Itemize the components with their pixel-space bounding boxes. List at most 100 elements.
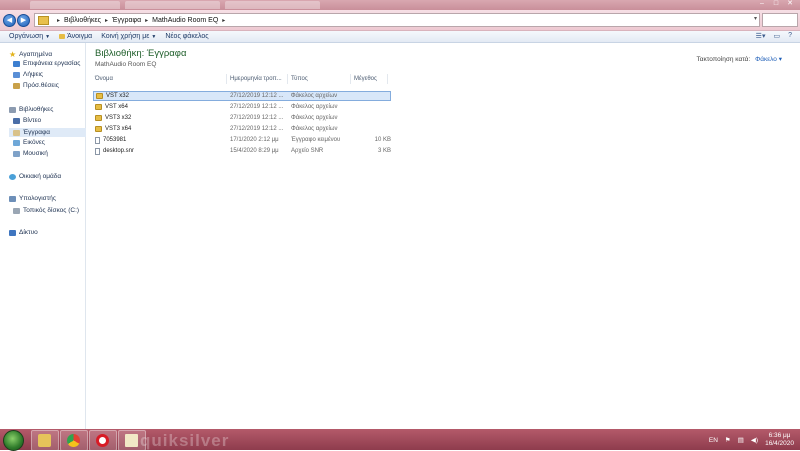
column-header-date[interactable]: Ημερομηνία τροπ... [227,74,288,84]
nav-network-label: Δίκτυο [19,229,38,236]
view-controls: ☰▾ ▭ ? [756,32,792,40]
file-date: 15/4/2020 8:29 μμ [230,148,279,154]
file-type: Φάκελος αρχείων [290,93,338,99]
nav-favorites[interactable]: ★ Αγαπημένα [9,50,52,59]
file-row[interactable]: VST x64 27/12/2019 12:12 ... Φάκελος αρχ… [93,102,391,112]
taskbar: quiksilver EN ⚑ ▤ ◀) 6:36 μμ 16/4/2020 [0,429,800,451]
breadcrumb-current-folder[interactable]: MathAudio Room EQ [152,17,218,24]
preview-pane-icon[interactable]: ▭ [773,32,780,40]
back-button[interactable]: ◀ [3,14,16,27]
file-date: 17/1/2020 2:12 μμ [230,137,279,143]
open-label: Άνοιγμα [67,33,93,40]
nav-item-label: Επιφάνεια εργασίας [23,60,81,67]
action-center-icon[interactable]: ⚑ [725,436,731,444]
file-row[interactable]: VST3 x32 27/12/2019 12:12 ... Φάκελος αρ… [93,113,391,123]
file-size: 3 KB [377,148,391,154]
folder-icon [95,115,102,121]
file-type: Φάκελος αρχείων [291,104,338,110]
nav-libraries-label: Βιβλιοθήκες [19,106,54,113]
library-subtitle: MathAudio Room EQ [95,61,157,68]
file-row[interactable]: desktop.snr 15/4/2020 8:29 μμ Αρχείο SNR… [93,146,391,156]
breadcrumb: ▸ Βιβλιοθήκες ▸ Έγγραφα ▸ MathAudio Room… [57,16,226,24]
folder-icon [38,15,49,25]
breadcrumb-libraries[interactable]: Βιβλιοθήκες [64,17,101,24]
address-bar[interactable]: ▸ Βιβλιοθήκες ▸ Έγγραφα ▸ MathAudio Room… [34,13,760,27]
minimize-icon[interactable]: – [758,0,766,7]
share-button[interactable]: Κοινή χρήση με ▼ [101,33,156,40]
file-row[interactable]: 7053981 17/1/2020 2:12 μμ Έγγραφο κειμέν… [93,135,391,145]
nav-item-recent[interactable]: Πρόσ.θέσεις [13,82,59,89]
clock-time: 6:36 μμ [768,432,791,439]
open-button[interactable]: Άνοιγμα [59,33,92,40]
clock[interactable]: 6:36 μμ 16/4/2020 [765,432,794,448]
column-header-type[interactable]: Τύπος [288,74,351,84]
taskbar-explorer[interactable] [31,430,59,451]
folder-icon [95,126,102,132]
file-name: desktop.snr [103,148,135,154]
taskbar-chrome[interactable] [60,430,88,451]
address-dropdown-icon[interactable]: ▾ [754,15,757,22]
chrome-icon [67,434,80,447]
open-folder-icon [59,34,66,39]
file-name: VST x64 [105,104,128,110]
column-header-name[interactable]: Όνομα [92,74,227,84]
navigation-pane: ★ Αγαπημένα Επιφάνεια εργασίας Λήψεις Πρ… [0,43,87,429]
column-headers: Όνομα Ημερομηνία τροπ... Τύπος Μέγεθος [92,74,388,84]
explorer-icon [38,434,51,447]
nav-item-music[interactable]: Μουσική [13,150,48,157]
drive-icon [13,207,20,214]
system-tray: EN ⚑ ▤ ◀) 6:36 μμ 16/4/2020 [709,432,794,448]
nav-network[interactable]: Δίκτυο [9,229,38,236]
file-row[interactable]: VST x32 27/12/2019 12:12 ... Φάκελος αρχ… [93,91,391,101]
nav-item-documents[interactable]: Έγγραφα [9,128,87,137]
nav-item-label: Έγγραφα [23,129,51,136]
maximize-icon[interactable]: □ [772,0,780,7]
music-icon [13,150,20,157]
network-icon [9,229,16,236]
star-icon: ★ [9,50,17,59]
chevron-down-icon: ▼ [45,33,51,40]
file-date: 27/12/2019 12:12 ... [230,115,284,121]
nav-item-label: Τοπικός δίσκος (C:) [23,207,80,214]
network-tray-icon[interactable]: ▤ [738,436,744,444]
new-folder-button[interactable]: Νέος φάκελος [165,33,208,40]
nav-item-desktop[interactable]: Επιφάνεια εργασίας [13,60,80,67]
nav-computer-label: Υπολογιστής [19,195,57,202]
search-input[interactable] [762,13,798,27]
nav-item-label: Πρόσ.θέσεις [23,82,59,89]
view-options-icon[interactable]: ☰▾ [756,32,766,40]
browser-tab-strip: – □ ✕ [0,0,800,10]
close-icon[interactable]: ✕ [786,0,794,7]
nav-item-label: Εικόνες [23,139,45,146]
command-bar: Οργάνωση ▼ Άνοιγμα Κοινή χρήση με ▼ Νέος… [0,31,800,43]
nav-item-local-disk[interactable]: Τοπικός δίσκος (C:) [13,207,79,214]
nav-homegroup[interactable]: Οικιακή ομάδα [9,173,61,180]
arrange-by-dropdown[interactable]: Φάκελο ▾ [755,56,782,63]
taskbar-opera[interactable] [89,430,117,451]
column-header-size[interactable]: Μέγεθος [351,74,388,84]
nav-computer[interactable]: Υπολογιστής [9,195,56,202]
desktop-icon [13,60,20,67]
nav-item-downloads[interactable]: Λήψεις [13,71,43,78]
volume-icon[interactable]: ◀) [751,436,758,444]
new-folder-label: Νέος φάκελος [165,33,209,40]
nav-libraries[interactable]: Βιβλιοθήκες [9,106,53,113]
nav-item-pictures[interactable]: Εικόνες [13,139,45,146]
background-tab [125,1,220,9]
forward-button[interactable]: ▶ [17,14,30,27]
file-row[interactable]: VST3 x64 27/12/2019 12:12 ... Φάκελος αρ… [93,124,391,134]
organize-button[interactable]: Οργάνωση ▼ [9,33,50,40]
start-button[interactable] [3,430,24,451]
window-controls: – □ ✕ [758,0,794,7]
language-indicator[interactable]: EN [709,437,718,444]
share-label: Κοινή χρήση με [101,33,150,40]
breadcrumb-documents[interactable]: Έγγραφα [112,17,141,24]
nav-favorites-label: Αγαπημένα [19,51,53,58]
background-tab [225,1,320,9]
file-date: 27/12/2019 12:12 ... [230,93,284,99]
nav-item-videos[interactable]: Βίντεο [13,117,41,124]
help-icon[interactable]: ? [788,32,792,40]
file-date: 27/12/2019 12:12 ... [230,126,284,132]
recent-places-icon [13,82,20,89]
file-icon [95,147,100,155]
